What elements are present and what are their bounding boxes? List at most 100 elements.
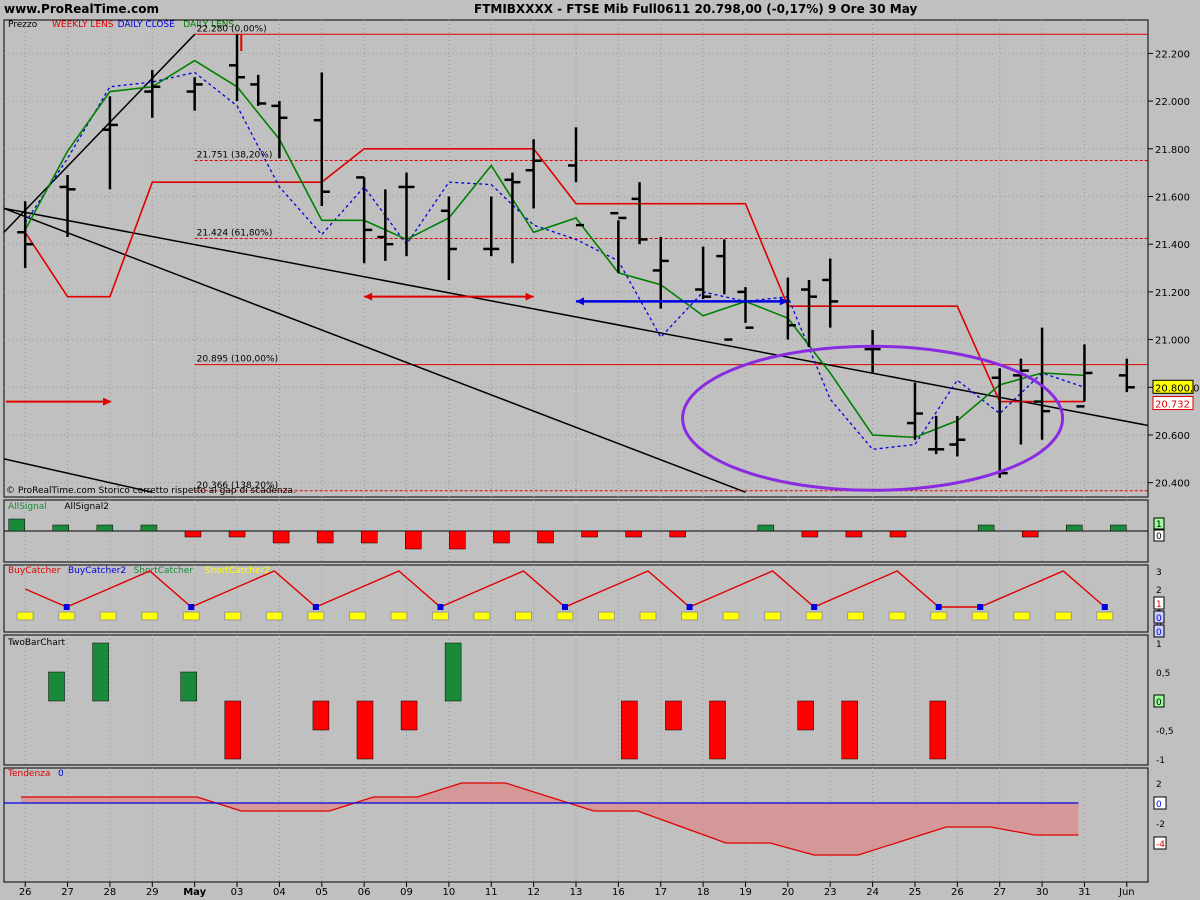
buycatcher2-mark [1101,604,1108,610]
buycatcher2-mark [686,604,693,610]
y-tick-label: 20.400 [1155,479,1190,490]
panel-title: Prezzo [8,20,38,30]
legend-entry: AllSignal2 [64,502,109,512]
x-tick-label: 12 [527,887,540,898]
shortcatcher-mark [1054,611,1072,621]
signal-bar [52,524,70,532]
y-tick-label: 21.200 [1155,288,1190,299]
shortcatcher-mark [473,611,491,621]
chart-area: 20.40020.60020.80021.00021.20021.40021.6… [3,19,1200,898]
shortcatcher-mark [722,611,740,621]
x-tick-label: 09 [400,887,413,898]
signal-bar [272,530,290,544]
fib-label: 21.424 (61,80%) [197,228,273,238]
twobar-bar [312,700,330,731]
shortcatcher-mark [556,611,574,621]
twobar-bar [709,700,726,760]
y-tick-label: 1 [1156,640,1162,650]
shortcatcher-mark [681,611,699,621]
buycatcher2-mark [312,604,319,610]
value-tag-label: 0 [1156,628,1162,638]
y-tick-label: 21.400 [1155,240,1190,251]
x-tick-label: 26 [951,887,964,898]
buycatcher2-mark [561,604,568,610]
price-tag-label: 20.800,0 [1155,383,1200,394]
shortcatcher-mark [598,611,616,621]
x-tick-label: 03 [231,887,244,898]
shortcatcher-mark [348,611,366,621]
signal-bar [140,524,158,532]
value-tag-label: 0 [1156,614,1162,624]
x-tick-label: 17 [654,887,667,898]
signal-bar [360,530,378,544]
twobar-bar [180,671,197,702]
x-tick-label: May [183,887,206,898]
legend-entry: WEEKLY LENS [52,20,114,30]
shortcatcher-mark [514,611,532,621]
signal-bar [1021,530,1039,538]
value-tag-label: 0 [1156,698,1162,708]
x-tick-label: 11 [485,887,498,898]
buycatcher2-mark [63,604,70,610]
x-tick-label: 30 [1036,887,1049,898]
twobar-bar [48,671,65,702]
legend-entry: Tendenza [7,769,50,779]
shortcatcher-mark [847,611,865,621]
y-tick-label: 2 [1156,780,1162,790]
signal-bar [845,530,863,538]
signal-bar [493,530,510,544]
shortcatcher-mark [639,611,657,621]
signal-bar [581,530,598,538]
x-tick-label: 24 [866,887,879,898]
signal-bar [977,524,995,532]
x-tick-label: 05 [315,887,328,898]
twobar-bar [665,700,682,731]
shortcatcher-mark [930,611,948,621]
x-tick-label: 26 [19,887,32,898]
buycatcher2-mark [935,604,942,610]
twobar-bar [444,642,462,702]
signal-bar [537,530,554,544]
shortcatcher-mark [390,611,408,621]
shortcatcher-mark [182,611,200,621]
x-tick-label: 18 [697,887,710,898]
signal-bar [8,518,25,532]
signal-bar [801,530,819,538]
x-tick-label: 06 [358,887,371,898]
shortcatcher-mark [764,611,782,621]
legend-entry: AllSignal [8,502,47,512]
twobar-bar [356,700,374,760]
signal-bar [228,530,246,538]
legend-entry: 0 [58,769,64,779]
shortcatcher-mark [971,611,989,621]
twobar-bar [841,700,858,760]
legend-entry: ShortCatcher2 [205,566,270,576]
shortcatcher-mark [58,611,76,621]
shortcatcher-mark [805,611,823,621]
value-tag-label: 1 [1156,600,1162,610]
buycatcher2-mark [437,604,444,610]
x-tick-label: 25 [909,887,922,898]
shortcatcher-mark [1013,611,1031,621]
legend-entry: DAILY CLOSE [118,20,176,30]
signal-bar [889,530,907,538]
signal-bar [316,530,334,544]
value-tag-label: 1 [1156,520,1162,530]
x-tick-label: 31 [1078,887,1091,898]
shortcatcher-mark [141,611,159,621]
legend-entry: BuyCatcher [8,566,61,576]
shortcatcher-mark [16,611,34,621]
signal-bar [757,524,775,532]
signal-bar [625,530,642,538]
twobar-bar [929,700,947,760]
signal-bar [184,530,202,538]
signal-bar [96,524,114,532]
x-tick-label: 28 [104,887,117,898]
y-tick-label: 22.200 [1155,49,1190,60]
signal-bar [669,530,686,538]
y-tick-label: 21.000 [1155,336,1190,347]
shortcatcher-mark [265,611,283,621]
x-tick-label: 13 [570,887,583,898]
shortcatcher-mark [1096,611,1114,621]
buycatcher2-mark [977,604,984,610]
